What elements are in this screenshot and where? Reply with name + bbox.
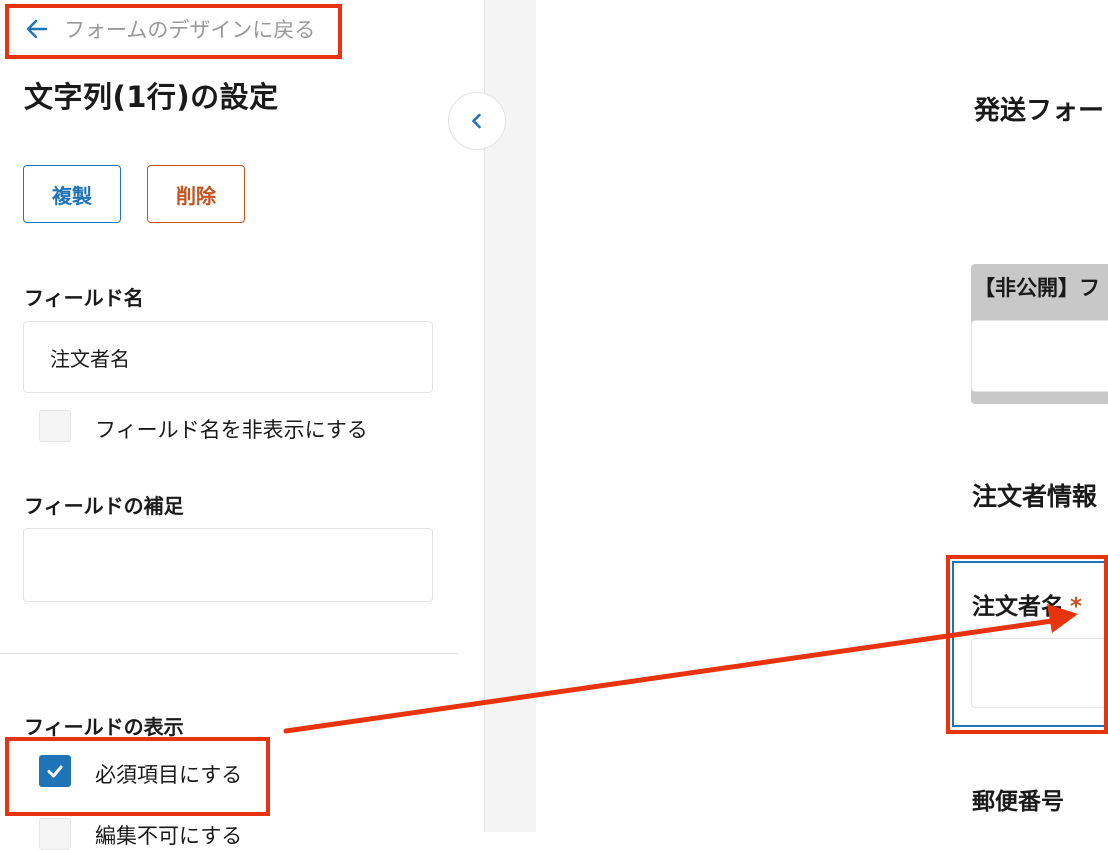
section-divider	[0, 653, 458, 654]
private-section-input[interactable]	[971, 320, 1108, 392]
field-note-input[interactable]	[23, 528, 433, 602]
field-name-input[interactable]: 注文者名	[23, 321, 433, 393]
annotation-box-required	[5, 737, 270, 816]
field-name-label: フィールド名	[24, 286, 144, 310]
hide-field-name-checkbox[interactable]	[39, 410, 71, 442]
orderer-section-title: 注文者情報	[972, 482, 1098, 511]
readonly-label: 編集不可にする	[95, 824, 243, 848]
readonly-checkbox[interactable]	[39, 818, 71, 850]
chevron-left-icon	[472, 113, 481, 129]
delete-button[interactable]: 削除	[147, 165, 245, 223]
field-display-label: フィールドの表示	[24, 715, 184, 739]
annotation-box-back	[5, 4, 342, 59]
hide-field-name-label: フィールド名を非表示にする	[95, 418, 368, 442]
form-title: 発送フォー	[974, 96, 1105, 126]
field-note-label: フィールドの補足	[24, 494, 184, 518]
page-title: 文字列(1行)の設定	[24, 80, 279, 114]
duplicate-button[interactable]: 複製	[23, 165, 121, 223]
private-section-title: 【非公開】フ	[974, 276, 1100, 300]
annotation-box-field	[946, 555, 1108, 734]
collapse-panel-button[interactable]	[448, 92, 506, 150]
postal-code-label: 郵便番号	[972, 789, 1064, 815]
